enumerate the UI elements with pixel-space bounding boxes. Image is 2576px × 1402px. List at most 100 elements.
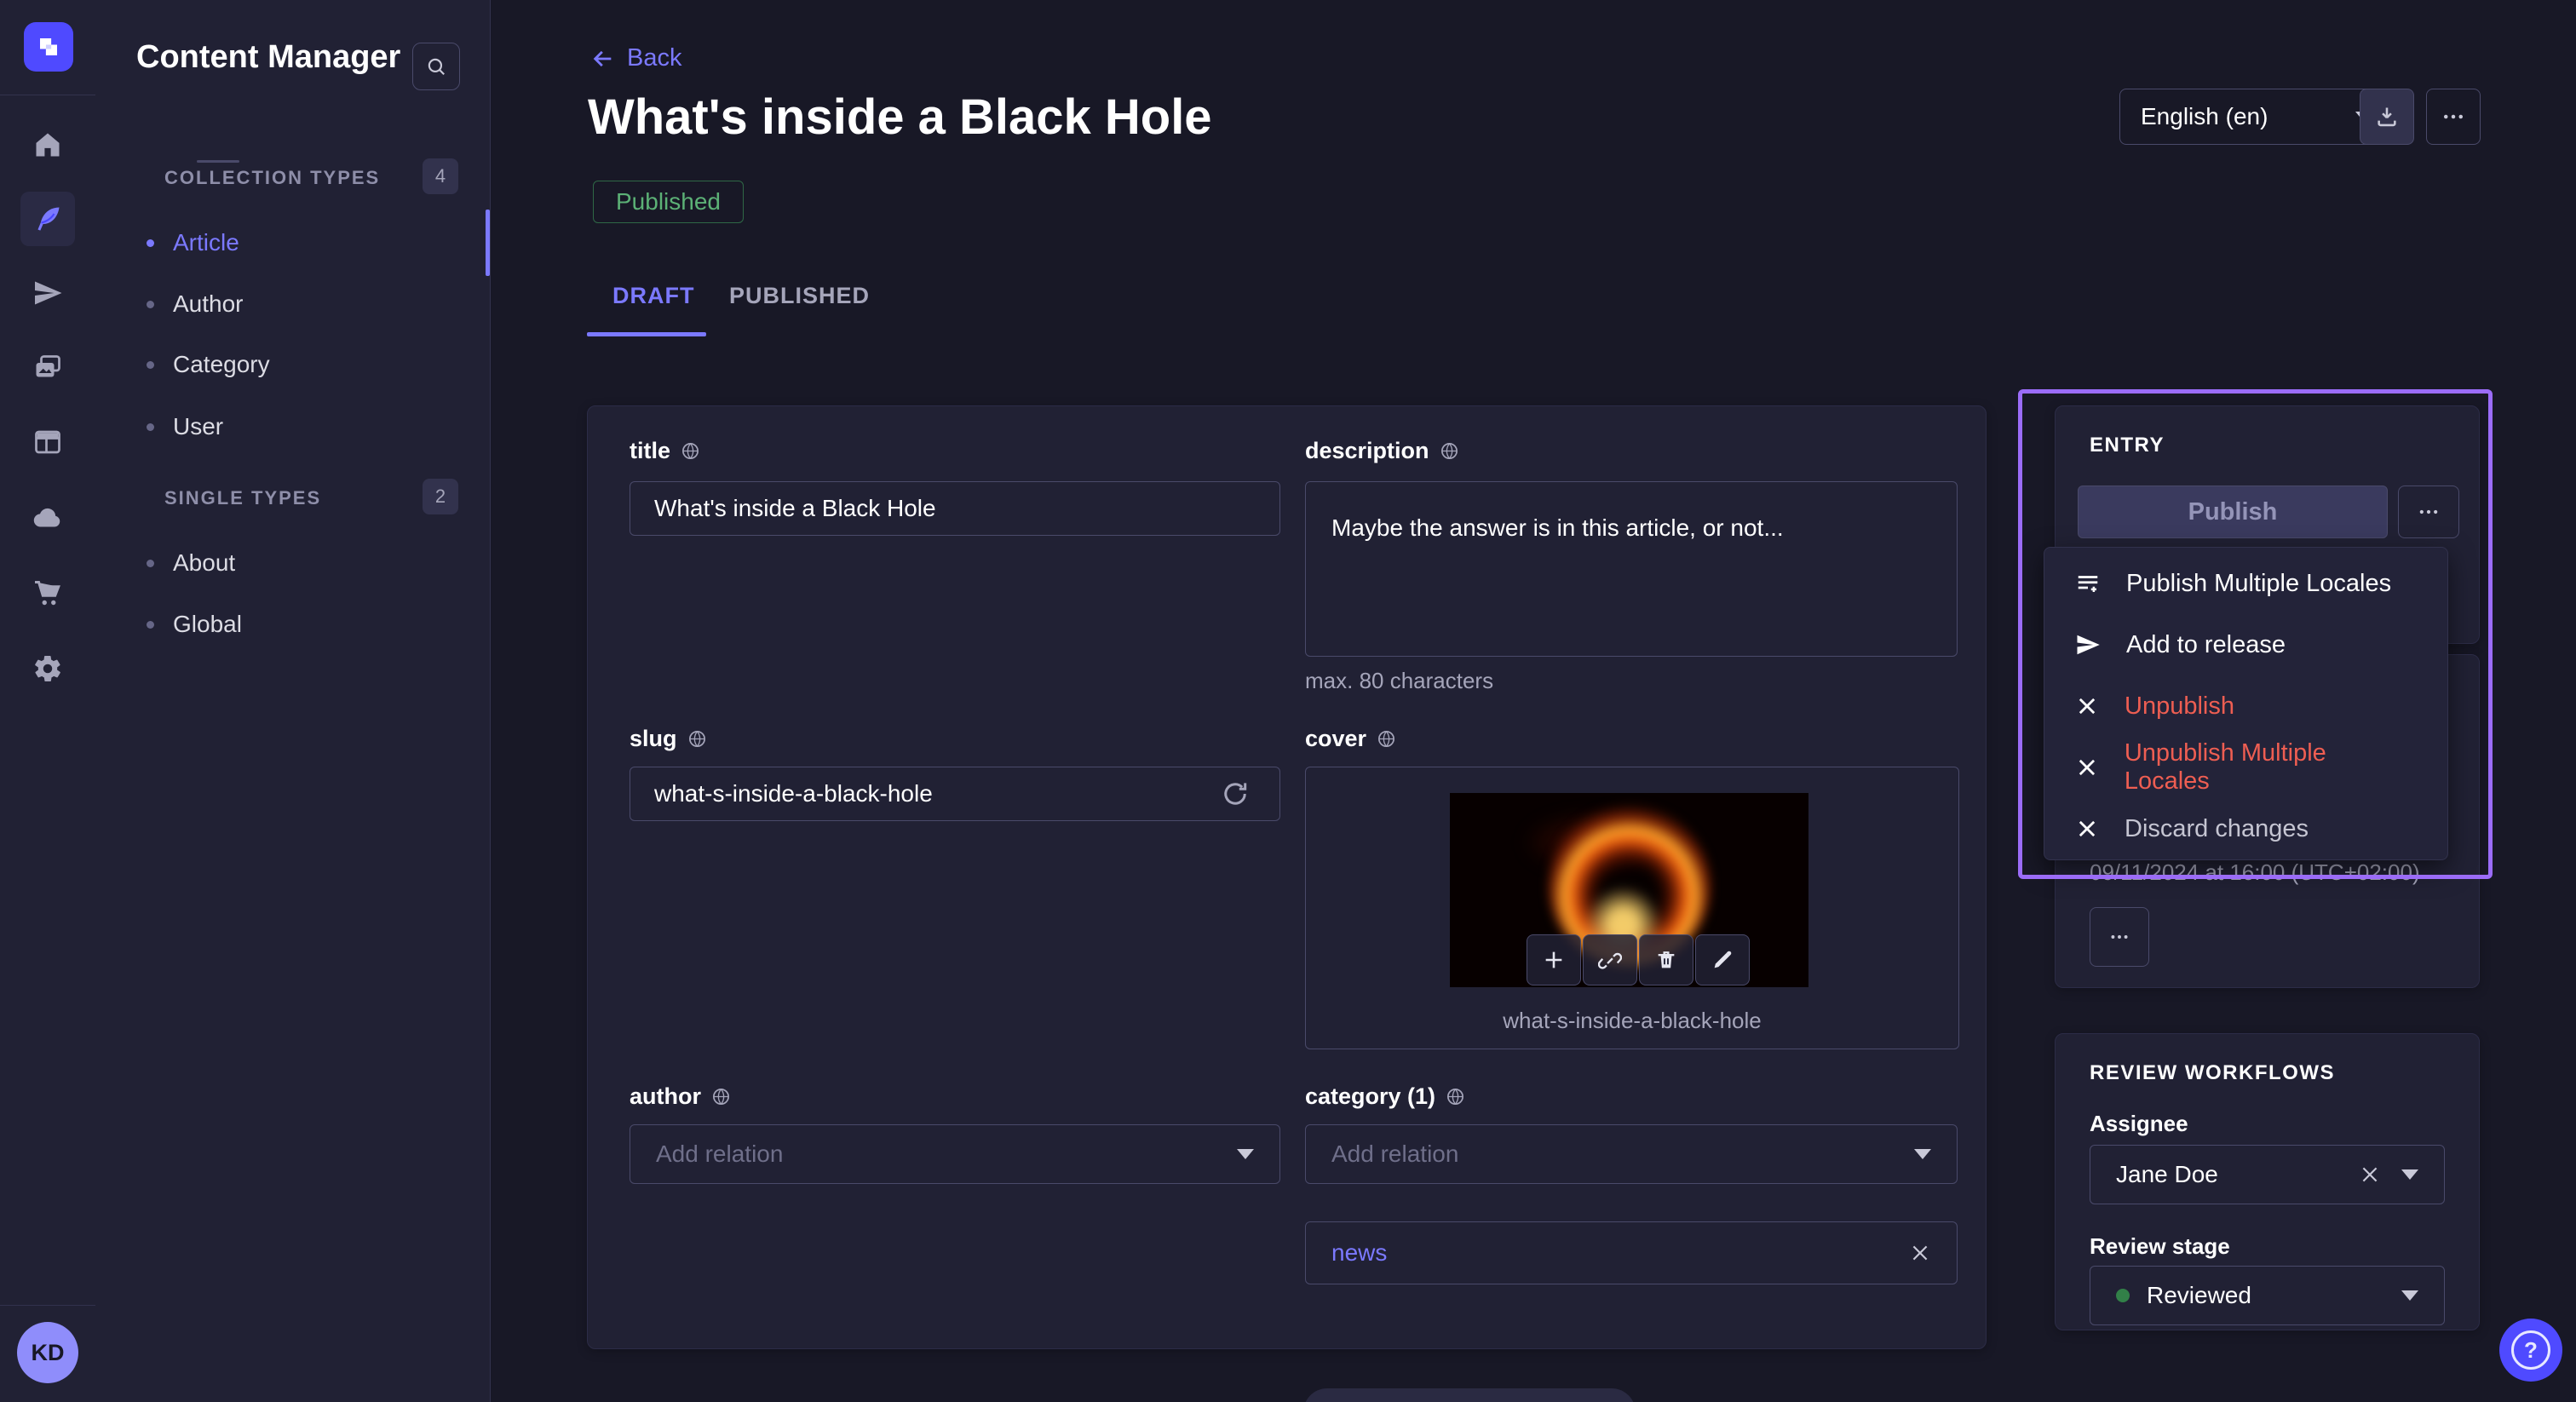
nav-home-button[interactable] [20, 118, 75, 172]
list-plus-icon [2075, 571, 2101, 596]
category-relation-select[interactable]: Add relation [1305, 1124, 1958, 1184]
export-button[interactable] [2360, 89, 2414, 145]
locale-value: English (en) [2141, 103, 2268, 130]
back-link[interactable]: Back [591, 44, 681, 72]
field-label-text: author [630, 1083, 701, 1110]
field-label-text: cover [1305, 726, 1366, 752]
sidebar-item-label: Article [173, 229, 239, 256]
cover-filename: what-s-inside-a-black-hole [1306, 1008, 1958, 1034]
avatar-initials: KD [32, 1340, 65, 1366]
nav-releases-button[interactable] [20, 266, 75, 320]
pencil-icon [1711, 948, 1734, 972]
author-placeholder: Add relation [656, 1141, 783, 1168]
menu-item-unpublish[interactable]: Unpublish [2044, 675, 2447, 737]
bullet-icon [147, 239, 154, 247]
nav-settings-button[interactable] [20, 641, 75, 696]
sidebar-item-article[interactable]: Article [147, 220, 470, 266]
assignee-label: Assignee [2090, 1111, 2188, 1137]
author-relation-select[interactable]: Add relation [630, 1124, 1280, 1184]
back-label: Back [627, 44, 681, 72]
description-textarea[interactable]: Maybe the answer is in this article, or … [1305, 481, 1958, 657]
tab-published[interactable]: PUBLISHED [729, 283, 870, 309]
menu-item-publish-multiple-locales[interactable]: Publish Multiple Locales [2044, 553, 2447, 614]
sidebar-title: Content Manager [136, 39, 400, 76]
sidebar-item-label: Author [173, 290, 244, 318]
title-input[interactable] [630, 481, 1280, 536]
entry-actions-menu: Publish Multiple Locales Add to release … [2044, 547, 2448, 860]
entry-panel-title: ENTRY [2090, 434, 2165, 457]
question-mark-icon: ? [2511, 1330, 2550, 1370]
nav-marketplace-button[interactable] [20, 566, 75, 621]
entry-more-actions-button[interactable] [2398, 486, 2459, 538]
cover-delete-button[interactable] [1639, 934, 1693, 985]
section-label-single-types: SINGLE TYPES [164, 487, 321, 509]
help-button[interactable]: ? [2499, 1319, 2562, 1382]
globe-icon [1446, 1087, 1465, 1106]
bullet-icon [147, 621, 154, 629]
assignee-select[interactable]: Jane Doe [2090, 1145, 2445, 1204]
cross-icon [2075, 817, 2099, 841]
publish-button[interactable]: Publish [2078, 486, 2388, 538]
collection-types-count-badge: 4 [423, 158, 458, 194]
sidebar-item-about[interactable]: About [147, 540, 470, 586]
avatar[interactable]: KD [17, 1322, 78, 1383]
remove-category-button[interactable] [1909, 1242, 1931, 1264]
divider [197, 160, 239, 163]
slug-input[interactable] [630, 767, 1280, 821]
plus-icon [1542, 948, 1566, 972]
sidebar-item-category[interactable]: Category [147, 342, 470, 388]
field-label-text: description [1305, 438, 1429, 464]
ellipsis-icon [2441, 104, 2466, 129]
menu-item-label: Unpublish Multiple Locales [2125, 739, 2417, 796]
bullet-icon [147, 301, 154, 308]
nav-cloud-button[interactable] [20, 491, 75, 545]
sidebar-item-author[interactable]: Author [147, 281, 470, 327]
chevron-down-icon [1237, 1149, 1254, 1159]
menu-item-label: Add to release [2126, 631, 2286, 659]
review-workflows-title: REVIEW WORKFLOWS [2090, 1061, 2335, 1085]
sidebar-item-global[interactable]: Global [147, 601, 470, 647]
nav-content-type-builder-button[interactable] [20, 415, 75, 469]
header-more-actions-button[interactable] [2426, 89, 2481, 145]
divider [0, 1305, 95, 1306]
cover-edit-button[interactable] [1695, 934, 1750, 985]
field-label-author: author [630, 1083, 731, 1110]
nav-content-manager-button[interactable] [20, 192, 75, 246]
menu-item-add-to-release[interactable]: Add to release [2044, 614, 2447, 675]
sidebar-item-user[interactable]: User [147, 404, 470, 450]
page-title: What's inside a Black Hole [588, 89, 1212, 146]
cover-copy-link-button[interactable] [1583, 934, 1637, 985]
menu-item-discard-changes[interactable]: Discard changes [2044, 798, 2447, 859]
refresh-icon [1220, 779, 1251, 809]
category-relation-link[interactable]: news [1331, 1239, 1387, 1267]
nav-media-library-button[interactable] [20, 341, 75, 395]
review-stage-select[interactable]: Reviewed [2090, 1266, 2445, 1325]
regenerate-slug-button[interactable] [1220, 779, 1251, 809]
strapi-logo[interactable] [24, 22, 73, 72]
content-manager-sidebar: Content Manager COLLECTION TYPES 4 Artic… [95, 0, 491, 1402]
app-root: KD Content Manager COLLECTION TYPES 4 Ar… [0, 0, 2576, 1402]
active-tab-underline [587, 332, 706, 336]
menu-item-label: Publish Multiple Locales [2126, 570, 2391, 598]
field-label-title: title [630, 438, 700, 464]
cover-add-button[interactable] [1527, 934, 1581, 985]
bullet-icon [147, 560, 154, 567]
pictures-icon [32, 353, 63, 383]
paper-plane-icon [32, 278, 63, 308]
menu-item-unpublish-multiple-locales[interactable]: Unpublish Multiple Locales [2044, 737, 2447, 798]
assignee-value: Jane Doe [2116, 1161, 2218, 1188]
clear-assignee-icon[interactable] [2359, 1164, 2381, 1186]
tab-draft[interactable]: DRAFT [612, 283, 694, 309]
assignee-controls [2359, 1164, 2418, 1186]
field-label-text: title [630, 438, 670, 464]
locale-select[interactable]: English (en) [2119, 89, 2394, 145]
search-button[interactable] [412, 43, 460, 90]
globe-icon [1440, 441, 1459, 461]
bottom-cutoff-button[interactable] [1303, 1388, 1636, 1402]
scheduled-more-actions-button[interactable] [2090, 907, 2149, 967]
cross-icon [2075, 756, 2099, 779]
description-hint: max. 80 characters [1305, 668, 1493, 694]
close-icon [1909, 1242, 1931, 1264]
chevron-down-icon [2401, 1290, 2418, 1301]
feather-icon [32, 204, 63, 234]
